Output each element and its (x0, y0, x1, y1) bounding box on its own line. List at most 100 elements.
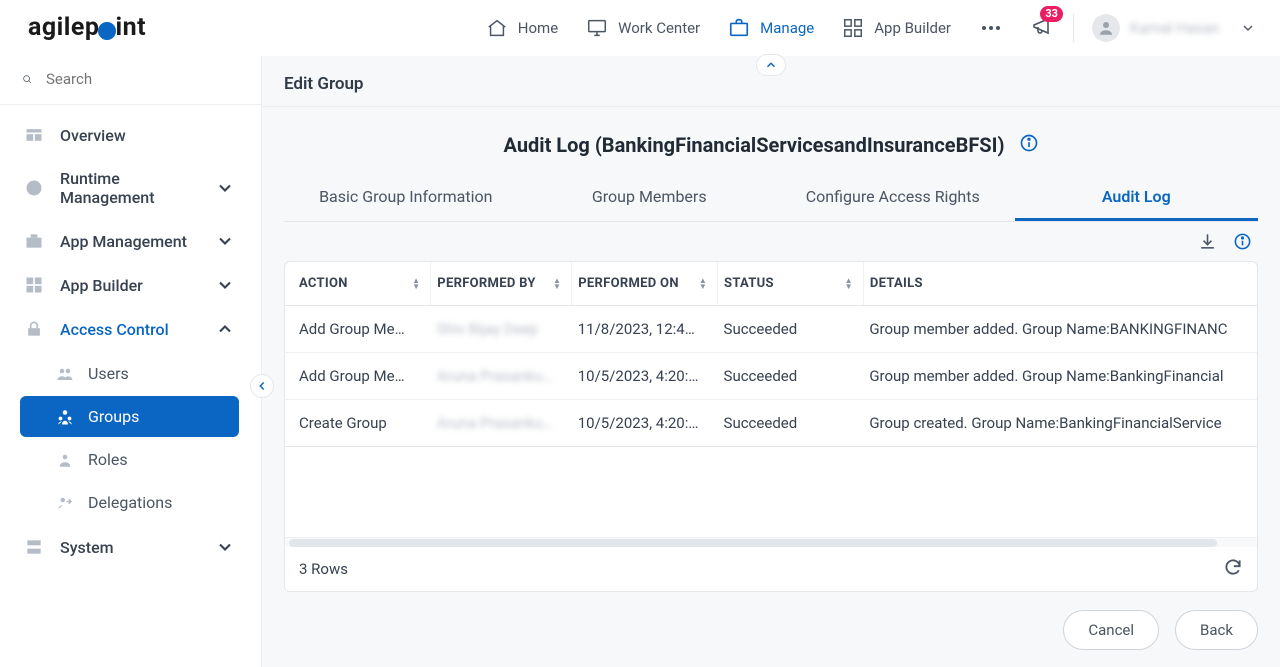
chevron-down-icon (1240, 20, 1256, 36)
header-right: 33 Kamal Hasan (1031, 14, 1256, 42)
audit-table: ACTION▲▼ PERFORMED BY▲▼ PERFORMED ON▲▼ S… (285, 262, 1257, 447)
grid-icon (842, 17, 864, 39)
col-action[interactable]: ACTION▲▼ (285, 262, 431, 306)
search-input[interactable] (46, 70, 245, 88)
sidebar-item-appmgmt[interactable]: App Management (0, 219, 249, 263)
sidebar-item-system[interactable]: System (0, 525, 249, 569)
sub-item-roles[interactable]: Roles (20, 439, 239, 480)
squares-icon (24, 275, 44, 295)
sub-item-groups[interactable]: Groups (20, 396, 239, 437)
briefcase-small-icon (24, 231, 44, 251)
role-icon (56, 451, 74, 469)
cell-performed-by: Aruna Prasanku… (431, 400, 572, 447)
chevron-down-icon (215, 231, 235, 251)
search-icon (22, 70, 32, 88)
chevron-down-icon (215, 537, 235, 557)
audit-table-card: ACTION▲▼ PERFORMED BY▲▼ PERFORMED ON▲▼ S… (284, 261, 1258, 592)
cell-details: Group member added. Group Name:BankingFi… (863, 353, 1257, 400)
sub-item-label: Roles (88, 450, 128, 469)
sidebar-item-appbuilder[interactable]: App Builder (0, 263, 249, 307)
nav-app-builder-label: App Builder (874, 19, 951, 37)
table-row[interactable]: Add Group Mem… Shiv Bijay Deep 11/8/2023… (285, 306, 1257, 353)
sidebar-label: Overview (60, 126, 126, 145)
table-row[interactable]: Add Group Mem… Aruna Prasanku… 10/5/2023… (285, 353, 1257, 400)
panel-collapse-up[interactable] (756, 54, 786, 76)
search-box[interactable] (0, 56, 261, 105)
notifications-button[interactable]: 33 (1031, 14, 1055, 42)
tab-group-members[interactable]: Group Members (528, 177, 772, 221)
col-details: DETAILS (863, 262, 1257, 306)
cancel-button[interactable]: Cancel (1063, 610, 1159, 650)
chevron-down-icon (215, 178, 235, 198)
more-icon[interactable] (979, 16, 1003, 40)
cell-status: Succeeded (718, 306, 864, 353)
lock-icon (24, 319, 44, 339)
tab-basic-group-info[interactable]: Basic Group Information (284, 177, 528, 221)
user-menu[interactable]: Kamal Hasan (1092, 14, 1256, 42)
info-button[interactable] (1019, 133, 1039, 157)
table-footer: 3 Rows (285, 547, 1257, 591)
nav-app-builder[interactable]: App Builder (842, 17, 951, 39)
cell-action: Add Group Mem… (285, 353, 431, 400)
clock-icon (24, 178, 44, 198)
tab-audit-log[interactable]: Audit Log (1015, 177, 1259, 221)
logo: agilepint (28, 13, 146, 42)
cell-action: Create Group (285, 400, 431, 447)
table-row[interactable]: Create Group Aruna Prasanku… 10/5/2023, … (285, 400, 1257, 447)
monitor-icon (586, 17, 608, 39)
col-performed-on[interactable]: PERFORMED ON▲▼ (572, 262, 718, 306)
cell-performed-on: 10/5/2023, 4:20:… (572, 400, 718, 447)
chevron-up-icon (215, 319, 235, 339)
nav-home-label: Home (518, 19, 558, 37)
col-status[interactable]: STATUS▲▼ (718, 262, 864, 306)
buttons-row: Cancel Back (284, 592, 1258, 650)
table-toolbar (284, 222, 1258, 261)
sidebar-label: App Management (60, 232, 187, 251)
briefcase-icon (728, 17, 750, 39)
access-control-sublist: Users Groups Roles Delegations (0, 353, 249, 523)
sub-item-label: Users (88, 364, 129, 383)
cell-performed-on: 10/5/2023, 4:20:… (572, 353, 718, 400)
top-nav: Home Work Center Manage App Builder (486, 16, 1003, 40)
sidebar-label: Access Control (60, 320, 169, 339)
nav-work-center[interactable]: Work Center (586, 17, 700, 39)
info-icon (1233, 232, 1252, 251)
sort-icon: ▲▼ (845, 278, 853, 290)
col-performed-by[interactable]: PERFORMED BY▲▼ (431, 262, 572, 306)
sub-item-delegations[interactable]: Delegations (20, 482, 239, 523)
table-info-button[interactable] (1233, 232, 1252, 255)
refresh-button[interactable] (1223, 557, 1243, 581)
download-button[interactable] (1198, 232, 1217, 255)
app-header: agilepint Home Work Center Manage App Bu… (0, 0, 1280, 56)
tab-configure-access[interactable]: Configure Access Rights (771, 177, 1015, 221)
page-title: Audit Log (BankingFinancialServicesandIn… (503, 133, 1004, 157)
sort-icon: ▲▼ (699, 278, 707, 290)
user-name: Kamal Hasan (1130, 19, 1230, 37)
sort-icon: ▲▼ (553, 278, 561, 290)
group-icon (56, 408, 74, 426)
info-icon (1019, 133, 1039, 153)
sidebar-item-overview[interactable]: Overview (0, 113, 249, 157)
cell-action: Add Group Mem… (285, 306, 431, 353)
horizontal-scrollbar[interactable] (285, 537, 1257, 547)
scrollbar-thumb[interactable] (289, 539, 1217, 547)
server-icon (24, 537, 44, 557)
tabs: Basic Group Information Group Members Co… (284, 177, 1258, 222)
back-button[interactable]: Back (1175, 610, 1258, 650)
download-icon (1198, 232, 1217, 251)
logo-text-b: int (115, 13, 146, 42)
panel: Audit Log (BankingFinancialServicesandIn… (262, 107, 1280, 667)
sub-item-users[interactable]: Users (20, 353, 239, 394)
sidebar-item-access-control[interactable]: Access Control (0, 307, 249, 351)
cell-performed-on: 11/8/2023, 12:4… (572, 306, 718, 353)
nav-manage[interactable]: Manage (728, 17, 814, 39)
table-spacer (285, 447, 1257, 537)
nav-home[interactable]: Home (486, 17, 558, 39)
cell-performed-by: Shiv Bijay Deep (431, 306, 572, 353)
table-header-row: ACTION▲▼ PERFORMED BY▲▼ PERFORMED ON▲▼ S… (285, 262, 1257, 306)
sidebar-collapse-toggle[interactable] (250, 374, 274, 398)
cell-details: Group created. Group Name:BankingFinanci… (863, 400, 1257, 447)
content-area: Edit Group Audit Log (BankingFinancialSe… (262, 56, 1280, 667)
sidebar-item-runtime[interactable]: Runtime Management (0, 157, 249, 219)
main-layout: Overview Runtime Management App Manageme… (0, 56, 1280, 667)
